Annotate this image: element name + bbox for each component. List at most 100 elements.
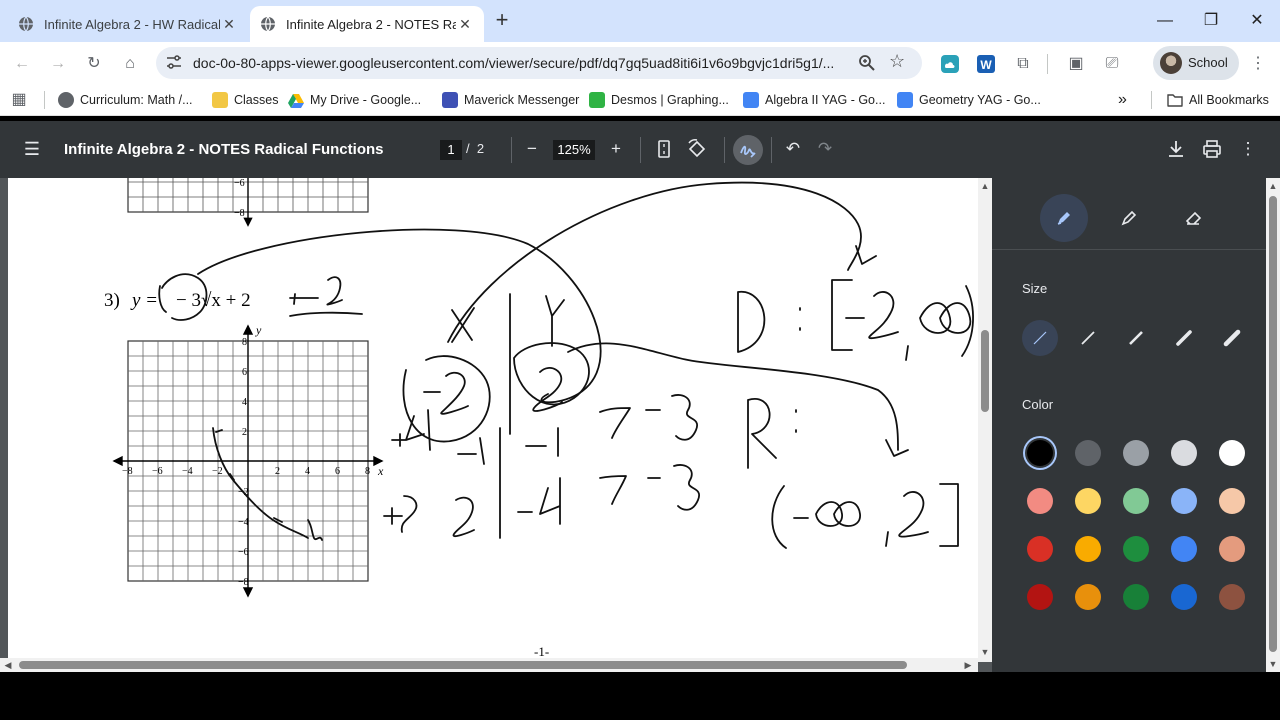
color-swatch[interactable] [1219,440,1245,466]
extension-w-icon[interactable]: W [977,55,995,73]
color-swatch[interactable] [1171,584,1197,610]
bookmark-my-drive[interactable]: My Drive - Google... [288,92,421,108]
panel-scrollbar[interactable]: ▲ ▼ [1266,178,1280,672]
bookmark-label: Geometry YAG - Go... [919,93,1041,107]
tab-search-icon[interactable]: ▣ [1063,51,1089,77]
color-swatch[interactable] [1075,440,1101,466]
color-swatch[interactable] [1027,584,1053,610]
more-options-icon[interactable]: ⋮ [1237,138,1259,160]
ink-underline [289,311,363,317]
all-bookmarks-button[interactable]: All Bookmarks [1167,92,1269,108]
scroll-down-icon[interactable]: ▼ [979,646,991,658]
zoom-level-input[interactable]: 125% [553,140,595,160]
scroll-up-icon[interactable]: ▲ [1267,180,1279,192]
eraser-tool-button[interactable] [1169,194,1217,242]
close-icon[interactable]: ✕ [220,15,238,33]
profile-button[interactable]: School [1153,46,1239,80]
scroll-up-icon[interactable]: ▲ [979,180,991,192]
ink-range-left [771,485,861,549]
pen-tool-button[interactable] [1040,194,1088,242]
size-option-2[interactable] [1070,320,1106,356]
tick-label: −6 [234,178,245,189]
color-swatch[interactable] [1219,536,1245,562]
fit-page-icon[interactable] [653,138,675,160]
bookmark-curriculum[interactable]: Curriculum: Math /... [58,92,193,108]
undo-icon[interactable]: ↶ [782,138,804,160]
tab-hw-radical[interactable]: Infinite Algebra 2 - HW Radical ✕ [8,6,248,42]
hamburger-menu-icon[interactable]: ☰ [22,139,42,159]
print-icon[interactable] [1201,138,1223,160]
scroll-down-icon[interactable]: ▼ [1267,658,1279,670]
zoom-in-button[interactable]: + [605,138,627,160]
rotate-icon[interactable] [686,138,708,160]
horizontal-scrollbar[interactable]: ◀ ▶ [0,658,978,672]
apps-grid-icon[interactable]: ▦ [6,87,32,113]
size-option-4[interactable] [1166,320,1202,356]
extensions-puzzle-icon[interactable]: ⧉ [1010,51,1036,77]
color-swatch[interactable] [1123,584,1149,610]
redo-icon[interactable]: ↷ [814,138,836,160]
pdf-page[interactable]: −6 −8 3) y = − 3√x + 2 y x −8 −6 −4 −2 2… [8,178,978,662]
minimize-icon[interactable]: — [1150,8,1180,34]
star-icon[interactable]: ☆ [889,51,905,72]
bookmark-geometry-yag[interactable]: Geometry YAG - Go... [897,92,1041,108]
size-option-3[interactable] [1118,320,1154,356]
annotate-button[interactable] [733,135,763,165]
color-swatch[interactable] [1219,488,1245,514]
download-icon[interactable] [1165,138,1187,160]
color-swatch[interactable] [1027,536,1053,562]
color-swatch[interactable] [1075,488,1101,514]
reload-icon[interactable]: ↻ [81,51,107,77]
address-bar[interactable]: doc-0o-80-apps-viewer.googleusercontent.… [156,47,922,79]
color-swatch[interactable] [1123,488,1149,514]
back-icon[interactable]: ← [9,51,35,77]
new-tab-button[interactable]: + [490,9,514,33]
ink-neg1-row [391,409,431,451]
color-swatch[interactable] [1075,584,1101,610]
drive-icon [288,94,304,108]
color-swatch[interactable] [1123,536,1149,562]
zoom-icon[interactable] [858,54,876,72]
tab-notes-radical[interactable]: Infinite Algebra 2 - NOTES Radi ✕ [250,6,484,42]
extension-cloud-icon[interactable] [941,55,959,73]
scroll-thumb[interactable] [981,330,989,412]
size-option-1[interactable] [1022,320,1058,356]
color-swatch[interactable] [1219,584,1245,610]
close-window-icon[interactable]: ✕ [1242,8,1272,34]
color-swatch[interactable] [1171,440,1197,466]
highlighter-tool-button[interactable] [1105,194,1153,242]
restore-icon[interactable]: ❐ [1196,8,1226,34]
close-icon[interactable]: ✕ [456,15,474,33]
scroll-thumb[interactable] [1269,196,1277,652]
size-option-5[interactable] [1214,320,1250,356]
chrome-menu-icon[interactable]: ⋮ [1245,51,1271,77]
bookmark-maverick-messenger[interactable]: Maverick Messenger [442,92,579,108]
bookmark-desmos[interactable]: Desmos | Graphing... [589,92,729,108]
scroll-right-icon[interactable]: ▶ [962,659,974,671]
more-bookmarks-button[interactable]: » [1118,91,1127,108]
color-swatch[interactable] [1027,440,1053,466]
stroke-size-icon [1176,330,1192,346]
page-number-input[interactable]: 1 [440,140,462,160]
zoom-out-button[interactable]: − [521,138,543,160]
docs-icon [897,92,913,108]
vertical-scrollbar[interactable]: ▲ ▼ [978,178,992,662]
forward-icon[interactable]: → [45,51,71,77]
browser-toolbar: ← → ↻ ⌂ doc-0o-80-apps-viewer.googleuser… [0,42,1280,84]
bookmark-algebra-ii-yag[interactable]: Algebra II YAG - Go... [743,92,885,108]
color-swatch[interactable] [1171,536,1197,562]
tick-label: 4 [305,466,310,477]
bookmark-classes[interactable]: Classes [212,92,278,108]
color-swatch[interactable] [1123,440,1149,466]
cast-icon[interactable]: ⎚ [1099,51,1125,77]
site-info-icon[interactable] [164,52,184,72]
highlighter-icon [1121,210,1137,226]
tick-label: −2 [212,466,223,477]
docs-icon [743,92,759,108]
scroll-thumb[interactable] [19,661,907,669]
scroll-left-icon[interactable]: ◀ [2,659,14,671]
color-swatch[interactable] [1075,536,1101,562]
home-icon[interactable]: ⌂ [117,51,143,77]
color-swatch[interactable] [1171,488,1197,514]
color-swatch[interactable] [1027,488,1053,514]
